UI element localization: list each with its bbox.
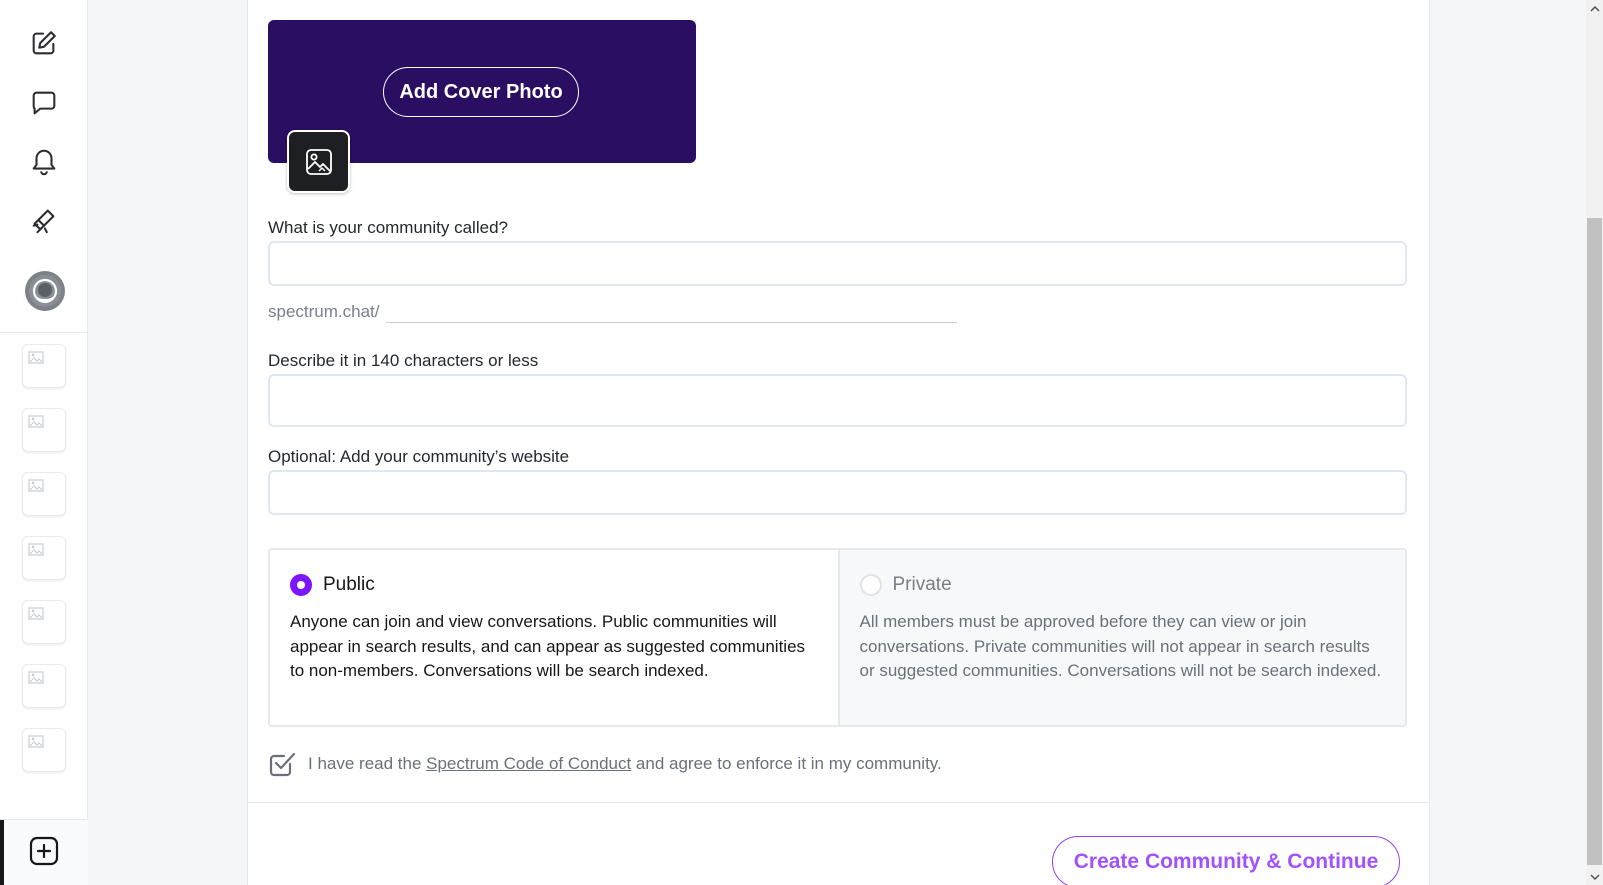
plus-square-icon	[29, 836, 59, 866]
community-name-input[interactable]	[268, 241, 1407, 286]
description-label: Describe it in 140 characters or less	[268, 351, 539, 370]
image-placeholder-icon	[28, 671, 44, 684]
image-placeholder-icon	[28, 351, 44, 364]
image-placeholder-icon	[28, 607, 44, 620]
user-avatar[interactable]	[25, 271, 65, 311]
community-item[interactable]	[22, 472, 66, 516]
image-placeholder-icon	[28, 735, 44, 748]
community-item[interactable]	[22, 536, 66, 580]
notifications-icon[interactable]	[22, 140, 66, 184]
public-radio[interactable]	[290, 574, 312, 596]
add-cover-photo-button[interactable]: Add Cover Photo	[383, 67, 579, 117]
website-label: Optional: Add your community’s website	[268, 447, 570, 466]
image-upload-icon	[305, 148, 332, 175]
description-input[interactable]	[268, 374, 1407, 427]
public-description: Anyone can join and view conversations. …	[290, 612, 806, 680]
create-community-button[interactable]: Create Community & Continue	[1052, 836, 1400, 885]
create-community-card: Add Cover Photo What is your community c…	[247, 0, 1430, 885]
privacy-selector: Public Anyone can join and view conversa…	[268, 548, 1407, 727]
rail-divider	[0, 332, 88, 333]
private-radio[interactable]	[859, 574, 882, 596]
explore-icon[interactable]	[22, 198, 66, 242]
community-name-label: What is your community called?	[268, 218, 508, 237]
active-indicator	[0, 820, 4, 885]
profile-photo-upload[interactable]	[287, 130, 350, 193]
privacy-option-public[interactable]: Public Anyone can join and view conversa…	[270, 550, 838, 725]
website-input[interactable]	[268, 470, 1407, 515]
create-community-nav	[0, 819, 88, 885]
public-title: Public	[323, 574, 375, 595]
checked-checkbox-icon[interactable]	[268, 750, 296, 778]
agreement-text: I have read the Spectrum Code of Conduct…	[308, 754, 942, 774]
community-item[interactable]	[22, 600, 66, 644]
slug-prefix: spectrum.chat/	[268, 302, 380, 321]
footer-divider	[248, 802, 1429, 803]
nav-rail	[0, 0, 88, 885]
scroll-thumb[interactable]	[1587, 218, 1602, 865]
new-community-button[interactable]	[27, 834, 61, 868]
image-placeholder-icon	[28, 479, 44, 492]
image-placeholder-icon	[28, 415, 44, 428]
private-title: Private	[892, 574, 952, 595]
slug-input[interactable]	[386, 322, 957, 323]
messages-icon[interactable]	[22, 81, 66, 125]
community-item[interactable]	[22, 344, 66, 388]
agreement-prefix: I have read the	[308, 754, 427, 773]
code-of-conduct-agreement: I have read the Spectrum Code of Conduct…	[268, 750, 942, 778]
scroll-up-icon[interactable]	[1586, 0, 1603, 17]
scroll-down-icon[interactable]	[1586, 868, 1603, 885]
page-scrollbar[interactable]	[1586, 0, 1603, 885]
community-item[interactable]	[22, 408, 66, 452]
agreement-suffix: and agree to enforce it in my community.	[631, 754, 942, 773]
community-item[interactable]	[22, 664, 66, 708]
community-item[interactable]	[22, 728, 66, 772]
privacy-option-private[interactable]: Private All members must be approved bef…	[837, 550, 1405, 725]
image-placeholder-icon	[28, 543, 44, 556]
code-of-conduct-link[interactable]: Spectrum Code of Conduct	[426, 754, 631, 773]
compose-icon[interactable]	[22, 21, 66, 65]
private-description: All members must be approved before they…	[859, 612, 1382, 680]
